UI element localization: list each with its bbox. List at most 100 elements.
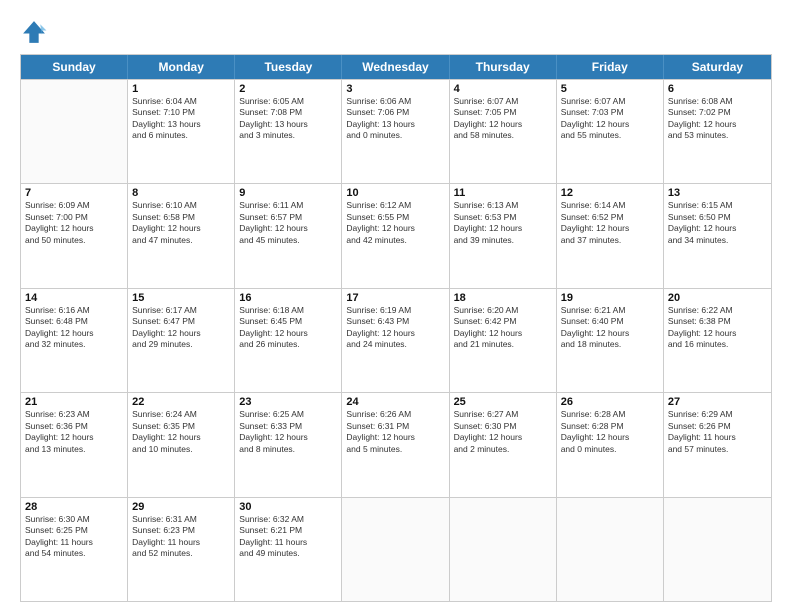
day-detail: Sunrise: 6:10 AM Sunset: 6:58 PM Dayligh… xyxy=(132,200,230,246)
logo-icon xyxy=(20,18,48,46)
day-number: 2 xyxy=(239,83,337,95)
calendar-cell: 17Sunrise: 6:19 AM Sunset: 6:43 PM Dayli… xyxy=(342,289,449,392)
weekday-header: Tuesday xyxy=(235,55,342,79)
page: SundayMondayTuesdayWednesdayThursdayFrid… xyxy=(0,0,792,612)
calendar-cell: 8Sunrise: 6:10 AM Sunset: 6:58 PM Daylig… xyxy=(128,184,235,287)
day-number: 30 xyxy=(239,501,337,513)
calendar-cell: 28Sunrise: 6:30 AM Sunset: 6:25 PM Dayli… xyxy=(21,498,128,601)
calendar-cell: 25Sunrise: 6:27 AM Sunset: 6:30 PM Dayli… xyxy=(450,393,557,496)
calendar-week-row: 28Sunrise: 6:30 AM Sunset: 6:25 PM Dayli… xyxy=(21,497,771,601)
calendar-cell: 7Sunrise: 6:09 AM Sunset: 7:00 PM Daylig… xyxy=(21,184,128,287)
calendar-cell: 6Sunrise: 6:08 AM Sunset: 7:02 PM Daylig… xyxy=(664,80,771,183)
day-number: 13 xyxy=(668,187,767,199)
calendar-cell: 23Sunrise: 6:25 AM Sunset: 6:33 PM Dayli… xyxy=(235,393,342,496)
day-number: 29 xyxy=(132,501,230,513)
calendar-cell: 5Sunrise: 6:07 AM Sunset: 7:03 PM Daylig… xyxy=(557,80,664,183)
day-number: 5 xyxy=(561,83,659,95)
calendar-cell: 19Sunrise: 6:21 AM Sunset: 6:40 PM Dayli… xyxy=(557,289,664,392)
day-detail: Sunrise: 6:07 AM Sunset: 7:03 PM Dayligh… xyxy=(561,96,659,142)
calendar-cell xyxy=(557,498,664,601)
calendar-cell: 29Sunrise: 6:31 AM Sunset: 6:23 PM Dayli… xyxy=(128,498,235,601)
day-number: 16 xyxy=(239,292,337,304)
day-detail: Sunrise: 6:11 AM Sunset: 6:57 PM Dayligh… xyxy=(239,200,337,246)
day-number: 18 xyxy=(454,292,552,304)
calendar-cell: 30Sunrise: 6:32 AM Sunset: 6:21 PM Dayli… xyxy=(235,498,342,601)
calendar-cell: 14Sunrise: 6:16 AM Sunset: 6:48 PM Dayli… xyxy=(21,289,128,392)
logo xyxy=(20,18,52,46)
calendar-cell: 27Sunrise: 6:29 AM Sunset: 6:26 PM Dayli… xyxy=(664,393,771,496)
day-number: 11 xyxy=(454,187,552,199)
day-detail: Sunrise: 6:24 AM Sunset: 6:35 PM Dayligh… xyxy=(132,409,230,455)
day-number: 21 xyxy=(25,396,123,408)
day-number: 6 xyxy=(668,83,767,95)
day-detail: Sunrise: 6:05 AM Sunset: 7:08 PM Dayligh… xyxy=(239,96,337,142)
day-number: 14 xyxy=(25,292,123,304)
calendar-cell: 18Sunrise: 6:20 AM Sunset: 6:42 PM Dayli… xyxy=(450,289,557,392)
calendar-cell: 9Sunrise: 6:11 AM Sunset: 6:57 PM Daylig… xyxy=(235,184,342,287)
day-detail: Sunrise: 6:18 AM Sunset: 6:45 PM Dayligh… xyxy=(239,305,337,351)
day-number: 23 xyxy=(239,396,337,408)
day-detail: Sunrise: 6:25 AM Sunset: 6:33 PM Dayligh… xyxy=(239,409,337,455)
calendar-cell: 15Sunrise: 6:17 AM Sunset: 6:47 PM Dayli… xyxy=(128,289,235,392)
calendar-cell xyxy=(664,498,771,601)
day-number: 10 xyxy=(346,187,444,199)
day-number: 7 xyxy=(25,187,123,199)
day-number: 12 xyxy=(561,187,659,199)
day-number: 4 xyxy=(454,83,552,95)
day-number: 3 xyxy=(346,83,444,95)
calendar-header-row: SundayMondayTuesdayWednesdayThursdayFrid… xyxy=(21,55,771,79)
calendar-cell: 16Sunrise: 6:18 AM Sunset: 6:45 PM Dayli… xyxy=(235,289,342,392)
day-number: 8 xyxy=(132,187,230,199)
day-detail: Sunrise: 6:06 AM Sunset: 7:06 PM Dayligh… xyxy=(346,96,444,142)
calendar-cell: 10Sunrise: 6:12 AM Sunset: 6:55 PM Dayli… xyxy=(342,184,449,287)
day-detail: Sunrise: 6:16 AM Sunset: 6:48 PM Dayligh… xyxy=(25,305,123,351)
calendar-week-row: 1Sunrise: 6:04 AM Sunset: 7:10 PM Daylig… xyxy=(21,79,771,183)
calendar-cell: 12Sunrise: 6:14 AM Sunset: 6:52 PM Dayli… xyxy=(557,184,664,287)
calendar: SundayMondayTuesdayWednesdayThursdayFrid… xyxy=(20,54,772,602)
calendar-cell: 20Sunrise: 6:22 AM Sunset: 6:38 PM Dayli… xyxy=(664,289,771,392)
calendar-cell: 3Sunrise: 6:06 AM Sunset: 7:06 PM Daylig… xyxy=(342,80,449,183)
day-detail: Sunrise: 6:21 AM Sunset: 6:40 PM Dayligh… xyxy=(561,305,659,351)
day-detail: Sunrise: 6:20 AM Sunset: 6:42 PM Dayligh… xyxy=(454,305,552,351)
day-detail: Sunrise: 6:09 AM Sunset: 7:00 PM Dayligh… xyxy=(25,200,123,246)
day-detail: Sunrise: 6:08 AM Sunset: 7:02 PM Dayligh… xyxy=(668,96,767,142)
weekday-header: Friday xyxy=(557,55,664,79)
calendar-week-row: 7Sunrise: 6:09 AM Sunset: 7:00 PM Daylig… xyxy=(21,183,771,287)
weekday-header: Saturday xyxy=(664,55,771,79)
calendar-cell: 4Sunrise: 6:07 AM Sunset: 7:05 PM Daylig… xyxy=(450,80,557,183)
day-detail: Sunrise: 6:23 AM Sunset: 6:36 PM Dayligh… xyxy=(25,409,123,455)
day-detail: Sunrise: 6:32 AM Sunset: 6:21 PM Dayligh… xyxy=(239,514,337,560)
weekday-header: Sunday xyxy=(21,55,128,79)
calendar-cell: 21Sunrise: 6:23 AM Sunset: 6:36 PM Dayli… xyxy=(21,393,128,496)
weekday-header: Thursday xyxy=(450,55,557,79)
calendar-cell xyxy=(21,80,128,183)
calendar-cell xyxy=(450,498,557,601)
day-detail: Sunrise: 6:26 AM Sunset: 6:31 PM Dayligh… xyxy=(346,409,444,455)
day-number: 25 xyxy=(454,396,552,408)
day-detail: Sunrise: 6:29 AM Sunset: 6:26 PM Dayligh… xyxy=(668,409,767,455)
day-detail: Sunrise: 6:22 AM Sunset: 6:38 PM Dayligh… xyxy=(668,305,767,351)
day-detail: Sunrise: 6:13 AM Sunset: 6:53 PM Dayligh… xyxy=(454,200,552,246)
calendar-body: 1Sunrise: 6:04 AM Sunset: 7:10 PM Daylig… xyxy=(21,79,771,601)
day-detail: Sunrise: 6:30 AM Sunset: 6:25 PM Dayligh… xyxy=(25,514,123,560)
calendar-cell: 1Sunrise: 6:04 AM Sunset: 7:10 PM Daylig… xyxy=(128,80,235,183)
day-number: 17 xyxy=(346,292,444,304)
day-detail: Sunrise: 6:17 AM Sunset: 6:47 PM Dayligh… xyxy=(132,305,230,351)
day-detail: Sunrise: 6:27 AM Sunset: 6:30 PM Dayligh… xyxy=(454,409,552,455)
day-number: 20 xyxy=(668,292,767,304)
weekday-header: Monday xyxy=(128,55,235,79)
day-number: 27 xyxy=(668,396,767,408)
day-detail: Sunrise: 6:04 AM Sunset: 7:10 PM Dayligh… xyxy=(132,96,230,142)
day-detail: Sunrise: 6:07 AM Sunset: 7:05 PM Dayligh… xyxy=(454,96,552,142)
calendar-cell: 11Sunrise: 6:13 AM Sunset: 6:53 PM Dayli… xyxy=(450,184,557,287)
day-number: 9 xyxy=(239,187,337,199)
day-detail: Sunrise: 6:19 AM Sunset: 6:43 PM Dayligh… xyxy=(346,305,444,351)
day-number: 1 xyxy=(132,83,230,95)
day-number: 22 xyxy=(132,396,230,408)
calendar-cell: 2Sunrise: 6:05 AM Sunset: 7:08 PM Daylig… xyxy=(235,80,342,183)
day-detail: Sunrise: 6:12 AM Sunset: 6:55 PM Dayligh… xyxy=(346,200,444,246)
day-number: 19 xyxy=(561,292,659,304)
calendar-cell xyxy=(342,498,449,601)
calendar-cell: 13Sunrise: 6:15 AM Sunset: 6:50 PM Dayli… xyxy=(664,184,771,287)
day-number: 24 xyxy=(346,396,444,408)
